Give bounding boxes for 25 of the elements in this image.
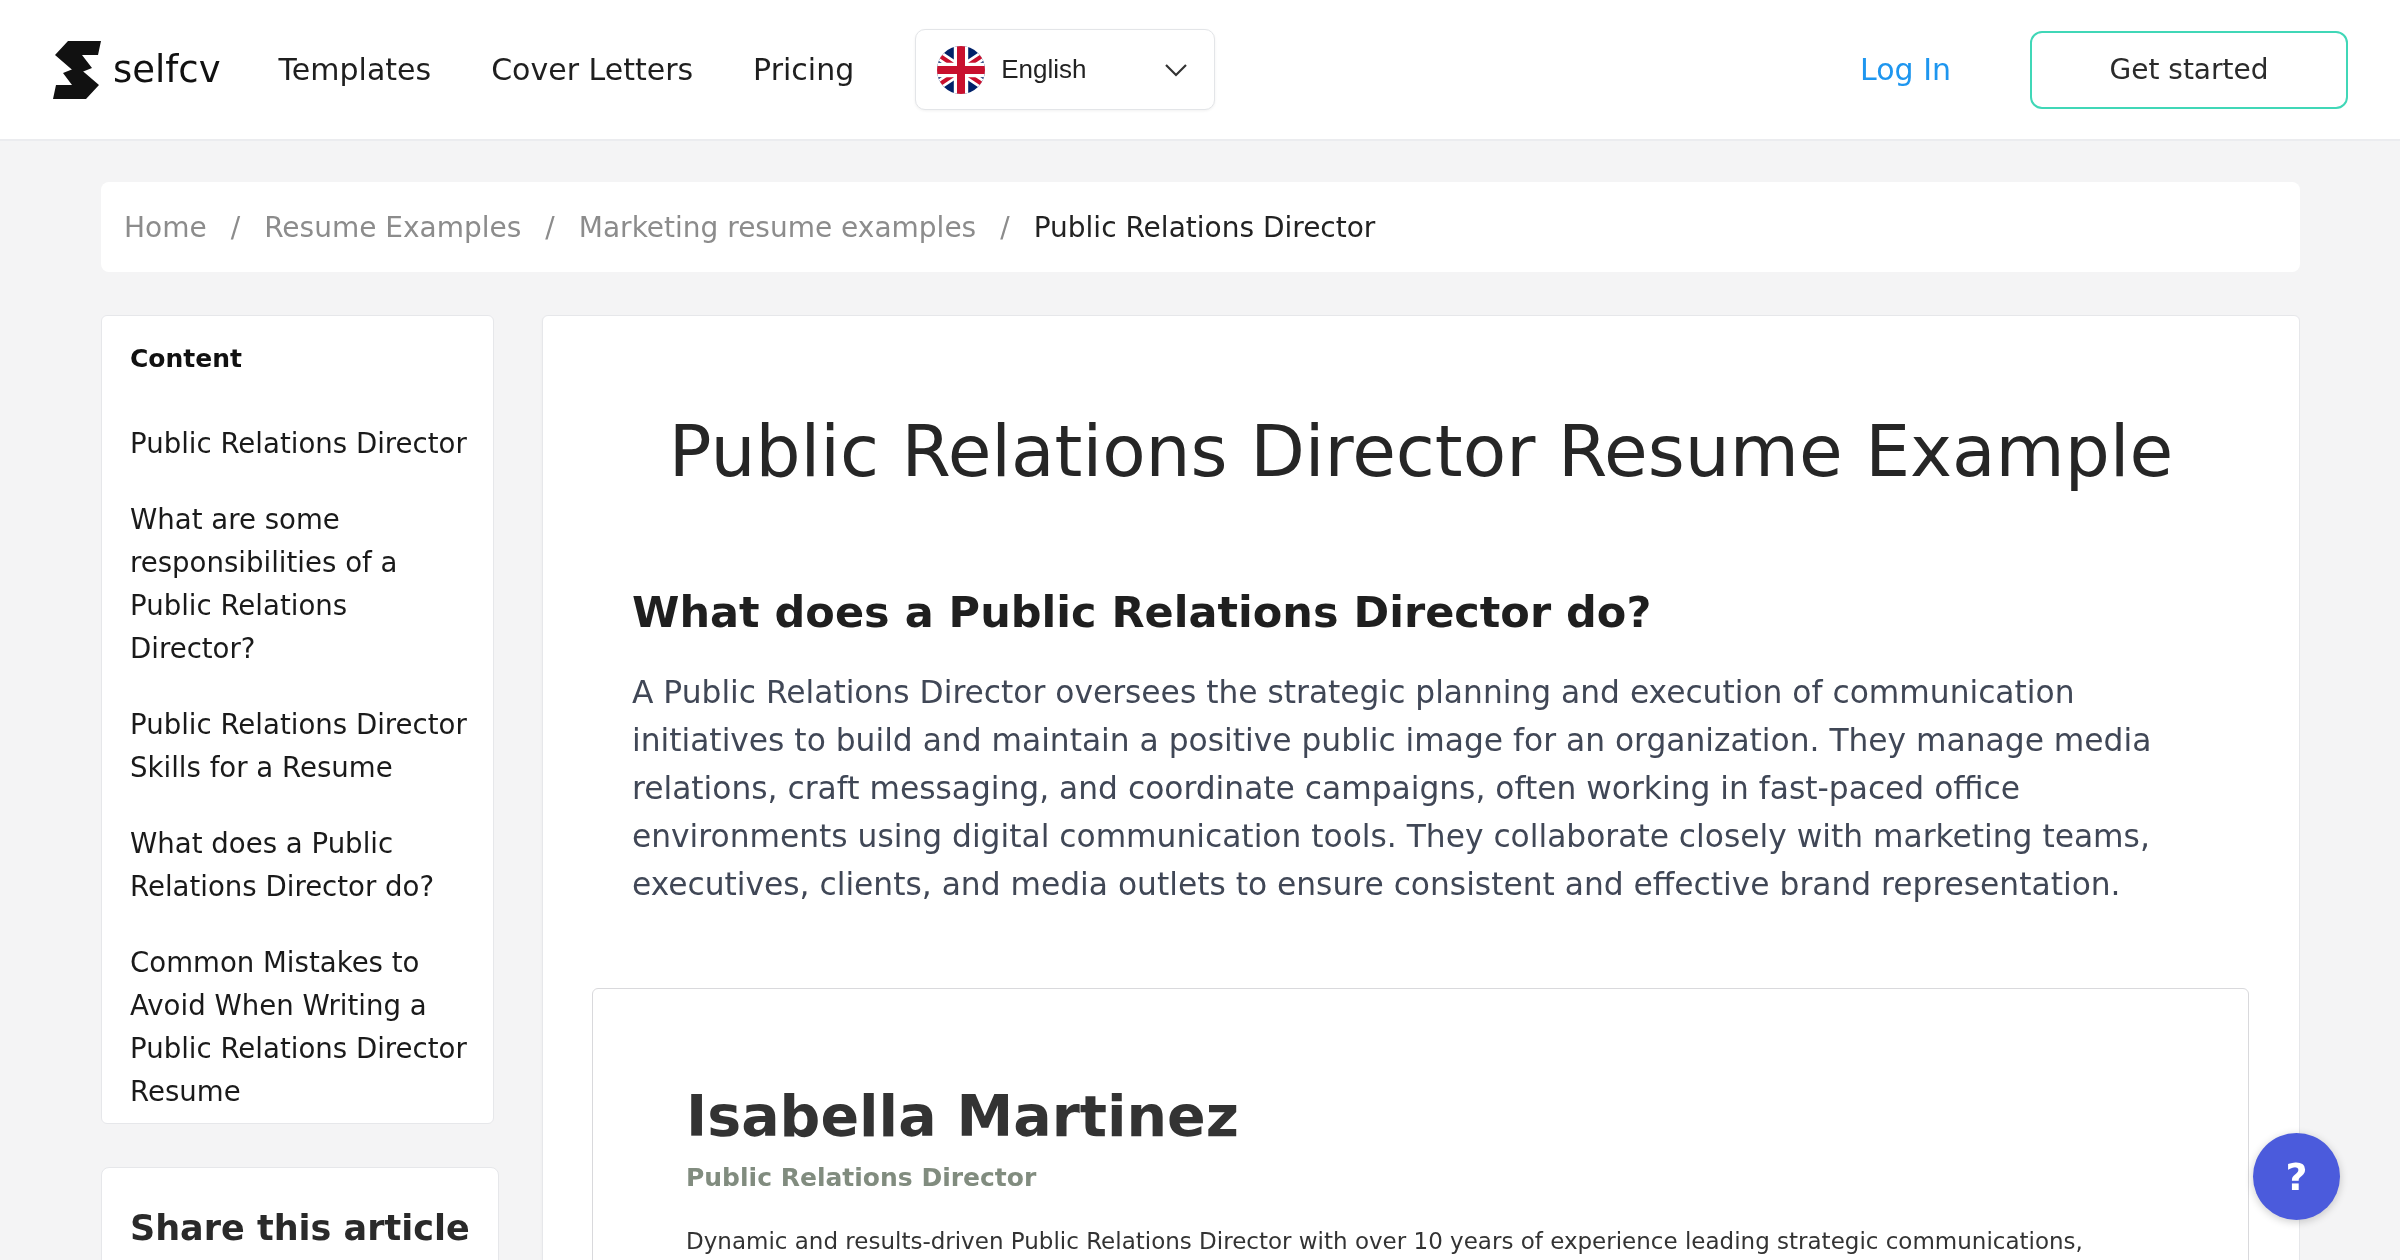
nav-link[interactable]: Pricing [753,51,855,88]
nav-link[interactable]: Templates [278,51,432,88]
contents-link[interactable]: Common Mistakes to Avoid When Writing a Public Relations Director Resume [130,941,470,1113]
contents-link[interactable]: Public Relations Director [130,422,470,465]
breadcrumb-separator: / [1000,210,1010,244]
chevron-down-icon [1164,62,1189,77]
breadcrumb-current: Public Relations Director [1033,210,1376,244]
logo-text[interactable]: selfcv [113,51,221,88]
article-title: Public Relations Director Resume Example [667,409,2175,495]
resume-summary: Dynamic and results-driven Public Relations Director with over 10 years of experience leading strategic communications, [686,1227,2084,1256]
section-heading: What does a Public Relations Director do? [632,586,1653,639]
resume-name: Isabella Martinez [686,1082,1240,1151]
section-text: A Public Relations Director oversees the strategic planning and execution of communication initiatives to build and maintain a positive public image for an organization. They manage media relations, craft messaging, and coordinate campaigns, often working in fast-paced office environments using digital communication tools. They collaborate closely with marketing teams, executives, clients, and media outlets to ensure consistent and effective brand representation. [632,673,2153,904]
contents-title: Content [130,343,243,375]
language-dropdown[interactable]: English [915,29,1216,110]
get-started-button[interactable]: Get started [2030,30,2348,109]
contents-link[interactable]: What are some responsibilities of a Public Relations Director? [130,498,470,670]
contents-link[interactable]: What does a Public Relations Director do? [130,822,470,908]
logo-icon [53,40,101,99]
breadcrumb-separator: / [545,210,555,244]
nav-link[interactable]: Cover Letters [491,51,694,88]
share-title: Share this article [130,1207,471,1250]
contents-link[interactable]: Public Relations Director Skills for a Resume [130,703,470,789]
breadcrumb-separator: / [230,210,241,244]
resume-role: Public Relations Director [686,1162,1038,1194]
